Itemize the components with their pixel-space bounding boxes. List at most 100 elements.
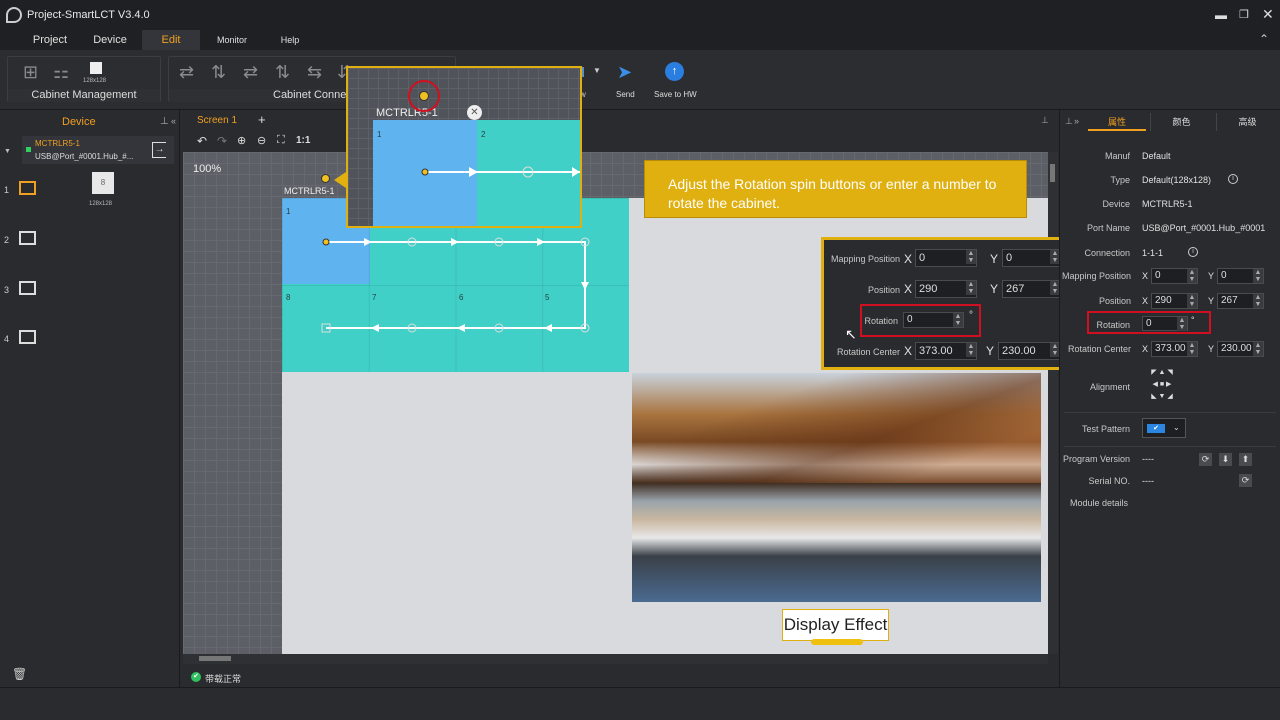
inset-rc-x-input[interactable]: 373.00 ▲ ▼ [915, 342, 977, 360]
alignment-pad-icon[interactable]: ◤ ▲ ◥ ◀ ■ ▶ ◣ ▼ ◢ [1144, 367, 1180, 403]
screen-canvas[interactable]: 100% MCTRLR5-1 1 8 7 6 5 Adjust the Rota… [183, 152, 1048, 654]
controller-anchor-dot[interactable] [321, 174, 330, 183]
tab-properties[interactable]: 属性 [1088, 113, 1146, 131]
menu-device[interactable]: Device [84, 30, 136, 50]
tab-color[interactable]: 颜色 [1150, 113, 1212, 131]
mapping-x-input[interactable]: 0 ▲ ▼ [1151, 268, 1198, 284]
mapping-y-spin[interactable]: ▲ ▼ [1253, 269, 1263, 283]
zoom-out-icon[interactable]: ⊖ [257, 134, 266, 147]
menu-edit[interactable]: Edit [142, 30, 200, 50]
type-label: Type [1110, 175, 1130, 185]
menu-monitor[interactable]: Monitor [206, 30, 258, 50]
canvas-vscroll[interactable] [1048, 152, 1058, 654]
send-icon[interactable]: ➤ [617, 62, 632, 83]
port-icon-3[interactable] [19, 281, 36, 295]
module-details-label[interactable]: Module details [1060, 498, 1128, 508]
inset-rotation-spin[interactable]: ▲ ▼ [953, 313, 963, 327]
inset-rc-x-spin[interactable]: ▲ ▼ [966, 343, 976, 357]
position-y-input[interactable]: 267 ▲ ▼ [1217, 293, 1264, 309]
cabinet-thumbnail[interactable]: 8 [92, 172, 114, 194]
inset-rc-y-input[interactable]: 230.00 ▲ ▼ [998, 342, 1061, 360]
type-info-icon[interactable]: i [1228, 174, 1238, 184]
device-tab[interactable]: Device [62, 116, 96, 128]
add-cabinet-icon[interactable]: ⊞ [23, 63, 38, 81]
collapse-panel-icon[interactable]: « [171, 116, 176, 126]
save-to-hw-label[interactable]: Save to HW [654, 90, 697, 99]
device-item[interactable]: MCTRLR5-1 USB@Port_#0001.Hub_#... → [22, 136, 174, 164]
cabinet-thumb-icon[interactable] [90, 62, 102, 74]
send-label[interactable]: Send [616, 90, 635, 99]
rc-x-label: X [1142, 344, 1149, 354]
inset-pos-x-input[interactable]: 290 ▲ ▼ [915, 280, 977, 298]
pin-icon[interactable]: ⊥ [160, 116, 169, 127]
inset-rotation-center-label: Rotation Center [836, 347, 900, 357]
position-y-spin[interactable]: ▲ ▼ [1253, 294, 1263, 308]
vscroll-thumb[interactable] [1050, 164, 1055, 182]
rotation-spin[interactable]: ▲ ▼ [1177, 317, 1187, 331]
inset-map-x-input[interactable]: 0 ▲ ▼ [915, 249, 977, 267]
tab-screen-1[interactable]: Screen 1 [197, 115, 237, 126]
connection-info-icon[interactable]: i [1188, 247, 1198, 257]
zoom-in-icon[interactable]: ⊕ [237, 134, 246, 147]
connect-icon-2[interactable]: ⇅ [211, 63, 226, 81]
redo-icon[interactable]: ↷ [217, 134, 227, 148]
fit-icon[interactable]: ⛶ [277, 134, 285, 147]
save-to-hw-icon[interactable]: ↑ [665, 62, 684, 81]
test-pattern-dropdown[interactable]: ✔ ⌄ [1142, 418, 1186, 438]
rc-x-input[interactable]: 373.00 ▲ ▼ [1151, 341, 1198, 357]
rc-y-spin[interactable]: ▲ ▼ [1253, 342, 1263, 356]
restore-icon[interactable]: ❐ [1239, 8, 1249, 21]
position-x-spin[interactable]: ▲ ▼ [1187, 294, 1197, 308]
divider [1064, 412, 1276, 413]
panel-pin-icon[interactable]: ⊥ [1041, 115, 1049, 126]
rotation-label: Rotation [1096, 320, 1130, 330]
tab-advanced[interactable]: 高级 [1216, 113, 1278, 131]
connect-icon-3[interactable]: ⇄ [243, 63, 258, 81]
inset-pos-y-value: 267 [1006, 283, 1025, 295]
connect-icon-4[interactable]: ⇅ [275, 63, 290, 81]
batch-add-icon[interactable]: ⚏ [53, 63, 69, 81]
inset-pos-x-spin[interactable]: ▲ ▼ [966, 281, 976, 295]
port-icon-2[interactable] [19, 231, 36, 245]
mapping-x-spin[interactable]: ▲ ▼ [1187, 269, 1197, 283]
port-icon-4[interactable] [19, 330, 36, 344]
position-label: Position [1098, 296, 1131, 306]
close-icon[interactable]: ✕ [1262, 6, 1274, 23]
cabinet-size-label: 128x128 [83, 78, 107, 84]
inset-rotation-input[interactable]: 0 ▲ ▼ [903, 312, 964, 328]
right-collapse-icon[interactable]: » [1074, 116, 1079, 126]
connect-icon-5[interactable]: ⇆ [307, 63, 322, 81]
port-icon-1[interactable] [19, 181, 36, 195]
download-icon[interactable]: ⬇ [1219, 453, 1232, 466]
refresh-serial-icon[interactable]: ⟳ [1239, 474, 1252, 487]
remove-cabinet-icon[interactable]: ✕ [467, 105, 482, 120]
canvas-hscroll[interactable] [183, 654, 1048, 664]
inset-map-y-input[interactable]: 0 ▲ ▼ [1002, 249, 1061, 267]
inset-rc-x-label: X [904, 344, 913, 358]
collapse-ribbon-icon[interactable]: ⌃ [1259, 32, 1269, 46]
upload-icon[interactable]: ⬆ [1239, 453, 1252, 466]
inset-map-x-spin[interactable]: ▲ ▼ [966, 250, 976, 264]
refresh-version-icon[interactable]: ⟳ [1199, 453, 1212, 466]
actual-size-icon[interactable]: 1:1 [296, 135, 310, 146]
menu-project[interactable]: Project [24, 30, 76, 50]
device-tree-expand-icon[interactable]: ▼ [4, 148, 11, 155]
rotation-input[interactable]: 0 ▲ ▼ [1142, 316, 1188, 331]
rc-x-spin[interactable]: ▲ ▼ [1187, 342, 1197, 356]
inset-pos-y-input[interactable]: 267 ▲ ▼ [1002, 280, 1061, 298]
undo-icon[interactable]: ↶ [197, 134, 207, 148]
position-x-input[interactable]: 290 ▲ ▼ [1151, 293, 1198, 309]
mapping-position-label: Mapping Position [1061, 271, 1131, 281]
login-icon[interactable]: → [152, 142, 166, 158]
add-screen-icon[interactable]: + [258, 112, 266, 127]
connect-icon-1[interactable]: ⇄ [179, 63, 194, 81]
hscroll-thumb[interactable] [199, 656, 231, 661]
right-pin-icon[interactable]: ⊥ [1065, 116, 1073, 127]
menu-help[interactable]: Help [266, 30, 314, 50]
dropdown-arrow-icon[interactable]: ▼ [593, 66, 601, 75]
inset-map-y-label: Y [990, 252, 999, 266]
rc-y-input[interactable]: 230.00 ▲ ▼ [1217, 341, 1264, 357]
delete-icon[interactable]: 🗑 [12, 667, 27, 681]
mapping-y-input[interactable]: 0 ▲ ▼ [1217, 268, 1264, 284]
minimize-icon[interactable]: ▬ [1215, 8, 1227, 22]
